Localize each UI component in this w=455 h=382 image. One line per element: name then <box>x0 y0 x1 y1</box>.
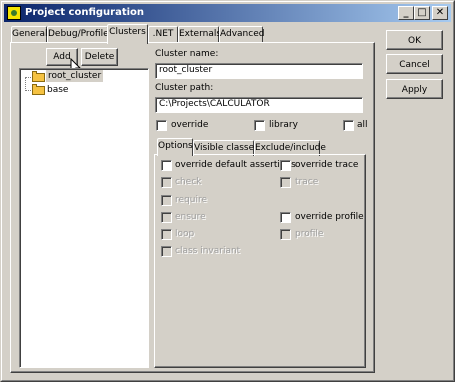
tree-connector <box>25 90 31 91</box>
require-label: require <box>175 195 207 205</box>
app-icon <box>7 6 21 20</box>
class-invariant-checkbox[interactable] <box>161 246 172 257</box>
library-label: library <box>269 120 298 130</box>
ensure-label: ensure <box>175 212 206 222</box>
profile-checkbox[interactable] <box>280 229 291 240</box>
tab-clusters[interactable]: Clusters <box>107 24 148 44</box>
delete-cluster-button[interactable]: Delete <box>81 48 118 66</box>
tree-item-root-cluster[interactable]: root_cluster <box>46 70 104 82</box>
trace-label: trace <box>295 177 319 187</box>
maximize-button[interactable]: □ <box>414 6 430 20</box>
tab-externals[interactable]: Externals <box>178 26 221 43</box>
all-label: all <box>357 120 368 130</box>
tab-advanced[interactable]: Advanced <box>219 26 264 43</box>
project-configuration-window: Project configuration _ □ ✕ General Debu… <box>0 0 455 382</box>
override-profile-label: override profile <box>295 212 364 222</box>
loop-label: loop <box>175 229 195 239</box>
profile-label: profile <box>295 229 324 239</box>
ensure-checkbox[interactable] <box>161 212 172 223</box>
tree-connector <box>25 77 31 78</box>
override-trace-label: override trace <box>295 160 359 170</box>
override-default-assertions-checkbox[interactable] <box>161 160 172 171</box>
subtab-options[interactable]: Options <box>157 138 193 156</box>
cancel-button[interactable]: Cancel <box>386 54 443 74</box>
library-checkbox[interactable] <box>254 120 265 131</box>
window-title: Project configuration <box>25 7 145 18</box>
override-default-assertions-label: override default assertions <box>175 160 296 170</box>
trace-checkbox[interactable] <box>280 177 291 188</box>
folder-icon <box>32 84 45 95</box>
override-profile-checkbox[interactable] <box>280 212 291 223</box>
folder-icon <box>32 71 45 82</box>
tab-net[interactable]: .NET <box>148 26 178 43</box>
check-label: check <box>175 177 202 187</box>
cluster-path-field[interactable]: C:\Projects\CALCULATOR <box>155 97 363 113</box>
cluster-path-label: Cluster path: <box>155 83 214 93</box>
override-checkbox[interactable] <box>156 120 167 131</box>
class-invariant-label: class invariant <box>175 246 241 256</box>
apply-button[interactable]: Apply <box>386 79 443 99</box>
require-checkbox[interactable] <box>161 195 172 206</box>
minimize-button[interactable]: _ <box>398 6 414 20</box>
tab-general[interactable]: General <box>11 26 47 43</box>
loop-checkbox[interactable] <box>161 229 172 240</box>
close-button[interactable]: ✕ <box>432 6 448 20</box>
window-frame: Project configuration _ □ ✕ General Debu… <box>1 1 454 381</box>
tree-item-base[interactable]: base <box>47 84 68 96</box>
tab-debug-profile[interactable]: Debug/Profile <box>47 26 109 43</box>
override-label: override <box>171 120 209 130</box>
all-checkbox[interactable] <box>343 120 354 131</box>
cluster-name-label: Cluster name: <box>155 49 219 59</box>
override-trace-checkbox[interactable] <box>280 160 291 171</box>
cluster-name-field[interactable]: root_cluster <box>155 63 363 79</box>
tree-connector <box>25 77 26 91</box>
cluster-tree[interactable]: root_cluster base <box>19 68 149 368</box>
ok-button[interactable]: OK <box>386 30 443 50</box>
check-checkbox[interactable] <box>161 177 172 188</box>
title-bar[interactable]: Project configuration _ □ ✕ <box>4 4 451 22</box>
